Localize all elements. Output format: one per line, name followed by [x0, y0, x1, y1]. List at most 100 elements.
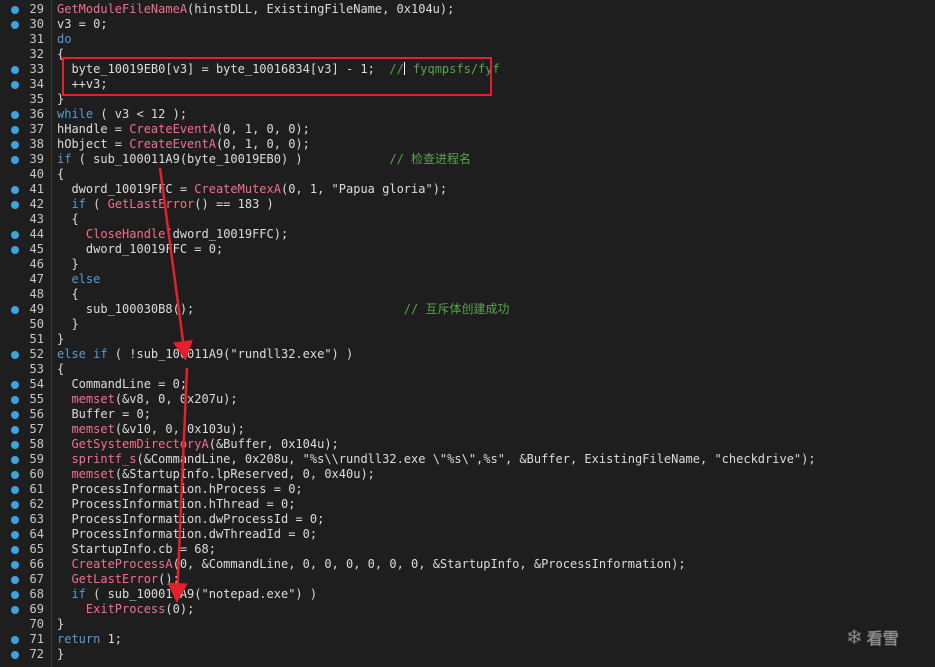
code-text[interactable]: ProcessInformation.hProcess = 0; [57, 482, 302, 497]
gutter[interactable]: 46 [0, 257, 52, 272]
breakpoint-dot-icon[interactable] [11, 516, 19, 524]
breakpoint-dot-icon[interactable] [11, 636, 19, 644]
code-line[interactable]: 44 CloseHandle(dword_10019FFC); [0, 227, 935, 242]
code-text[interactable]: sub_100030B8(); // 互斥体创建成功 [57, 302, 510, 317]
gutter[interactable]: 70 [0, 617, 52, 632]
code-text[interactable]: dword_10019FFC = 0; [57, 242, 223, 257]
code-text[interactable]: { [57, 362, 64, 377]
breakpoint-dot-icon[interactable] [11, 441, 19, 449]
code-line[interactable]: 48 { [0, 287, 935, 302]
code-text[interactable]: GetLastError(); [57, 572, 179, 587]
code-text[interactable]: ProcessInformation.dwThreadId = 0; [57, 527, 317, 542]
code-line[interactable]: 68 if ( sub_100011A9("notepad.exe") ) [0, 587, 935, 602]
code-line[interactable]: 59 sprintf_s(&CommandLine, 0x208u, "%s\\… [0, 452, 935, 467]
breakpoint-dot-icon[interactable] [11, 426, 19, 434]
gutter[interactable]: 36 [0, 107, 52, 122]
breakpoint-dot-icon[interactable] [11, 246, 19, 254]
code-text[interactable]: ProcessInformation.dwProcessId = 0; [57, 512, 324, 527]
code-line[interactable]: 47 else [0, 272, 935, 287]
code-text[interactable]: ProcessInformation.hThread = 0; [57, 497, 295, 512]
code-text[interactable]: return 1; [57, 632, 122, 647]
gutter[interactable]: 42 [0, 197, 52, 212]
gutter[interactable]: 49 [0, 302, 52, 317]
gutter[interactable]: 54 [0, 377, 52, 392]
code-text[interactable]: GetModuleFileNameA(hinstDLL, ExistingFil… [57, 2, 454, 17]
code-line[interactable]: 71 return 1; [0, 632, 935, 647]
gutter[interactable]: 37 [0, 122, 52, 137]
code-line[interactable]: 63 ProcessInformation.dwProcessId = 0; [0, 512, 935, 527]
code-line[interactable]: 38 hObject = CreateEventA(0, 1, 0, 0); [0, 137, 935, 152]
breakpoint-dot-icon[interactable] [11, 66, 19, 74]
code-line[interactable]: 49 sub_100030B8(); // 互斥体创建成功 [0, 302, 935, 317]
code-text[interactable]: { [57, 212, 78, 227]
gutter[interactable]: 55 [0, 392, 52, 407]
breakpoint-dot-icon[interactable] [11, 531, 19, 539]
code-line[interactable]: 72} [0, 647, 935, 662]
code-text[interactable]: } [57, 332, 64, 347]
code-text[interactable]: { [57, 287, 78, 302]
breakpoint-dot-icon[interactable] [11, 591, 19, 599]
code-text[interactable]: else [57, 272, 100, 287]
code-line[interactable]: 55 memset(&v8, 0, 0x207u); [0, 392, 935, 407]
gutter[interactable]: 58 [0, 437, 52, 452]
code-text[interactable]: } [57, 647, 64, 662]
code-line[interactable]: 43 { [0, 212, 935, 227]
gutter[interactable]: 64 [0, 527, 52, 542]
gutter[interactable]: 71 [0, 632, 52, 647]
code-text[interactable]: if ( sub_100011A9(byte_10019EB0) ) // 检查… [57, 152, 471, 167]
code-line[interactable]: 58 GetSystemDirectoryA(&Buffer, 0x104u); [0, 437, 935, 452]
code-line[interactable]: 69 ExitProcess(0); [0, 602, 935, 617]
code-line[interactable]: 42 if ( GetLastError() == 183 ) [0, 197, 935, 212]
breakpoint-dot-icon[interactable] [11, 561, 19, 569]
gutter[interactable]: 30 [0, 17, 52, 32]
code-line[interactable]: 46 } [0, 257, 935, 272]
breakpoint-dot-icon[interactable] [11, 651, 19, 659]
code-line[interactable]: 36 while ( v3 < 12 ); [0, 107, 935, 122]
code-text[interactable]: memset(&StartupInfo.lpReserved, 0, 0x40u… [57, 467, 374, 482]
code-line[interactable]: 45 dword_10019FFC = 0; [0, 242, 935, 257]
gutter[interactable]: 57 [0, 422, 52, 437]
gutter[interactable]: 33 [0, 62, 52, 77]
gutter[interactable]: 53 [0, 362, 52, 377]
code-line[interactable]: 64 ProcessInformation.dwThreadId = 0; [0, 527, 935, 542]
code-line[interactable]: 60 memset(&StartupInfo.lpReserved, 0, 0x… [0, 467, 935, 482]
breakpoint-dot-icon[interactable] [11, 81, 19, 89]
breakpoint-dot-icon[interactable] [11, 126, 19, 134]
code-text[interactable]: else if ( !sub_100011A9("rundll32.exe") … [57, 347, 353, 362]
breakpoint-dot-icon[interactable] [11, 21, 19, 29]
gutter[interactable]: 29 [0, 2, 52, 17]
breakpoint-dot-icon[interactable] [11, 501, 19, 509]
code-text[interactable]: { [57, 167, 64, 182]
code-text[interactable]: } [57, 257, 78, 272]
gutter[interactable]: 68 [0, 587, 52, 602]
code-line[interactable]: 51} [0, 332, 935, 347]
breakpoint-dot-icon[interactable] [11, 486, 19, 494]
code-text[interactable]: StartupInfo.cb = 68; [57, 542, 216, 557]
code-text[interactable]: sprintf_s(&CommandLine, 0x208u, "%s\\run… [57, 452, 815, 467]
code-line[interactable]: 30 v3 = 0; [0, 17, 935, 32]
gutter[interactable]: 32 [0, 47, 52, 62]
gutter[interactable]: 34 [0, 77, 52, 92]
code-line[interactable]: 57 memset(&v10, 0, 0x103u); [0, 422, 935, 437]
code-line[interactable]: 54 CommandLine = 0; [0, 377, 935, 392]
gutter[interactable]: 40 [0, 167, 52, 182]
code-line[interactable]: 37 hHandle = CreateEventA(0, 1, 0, 0); [0, 122, 935, 137]
gutter[interactable]: 61 [0, 482, 52, 497]
code-line[interactable]: 70} [0, 617, 935, 632]
code-line[interactable]: 62 ProcessInformation.hThread = 0; [0, 497, 935, 512]
gutter[interactable]: 69 [0, 602, 52, 617]
code-line[interactable]: 31 do [0, 32, 935, 47]
code-text[interactable]: hObject = CreateEventA(0, 1, 0, 0); [57, 137, 310, 152]
gutter[interactable]: 62 [0, 497, 52, 512]
gutter[interactable]: 52 [0, 347, 52, 362]
breakpoint-dot-icon[interactable] [11, 6, 19, 14]
gutter[interactable]: 65 [0, 542, 52, 557]
gutter[interactable]: 39 [0, 152, 52, 167]
gutter[interactable]: 45 [0, 242, 52, 257]
code-line[interactable]: 65 StartupInfo.cb = 68; [0, 542, 935, 557]
breakpoint-dot-icon[interactable] [11, 231, 19, 239]
gutter[interactable]: 44 [0, 227, 52, 242]
breakpoint-dot-icon[interactable] [11, 411, 19, 419]
code-line[interactable]: 56 Buffer = 0; [0, 407, 935, 422]
breakpoint-dot-icon[interactable] [11, 396, 19, 404]
